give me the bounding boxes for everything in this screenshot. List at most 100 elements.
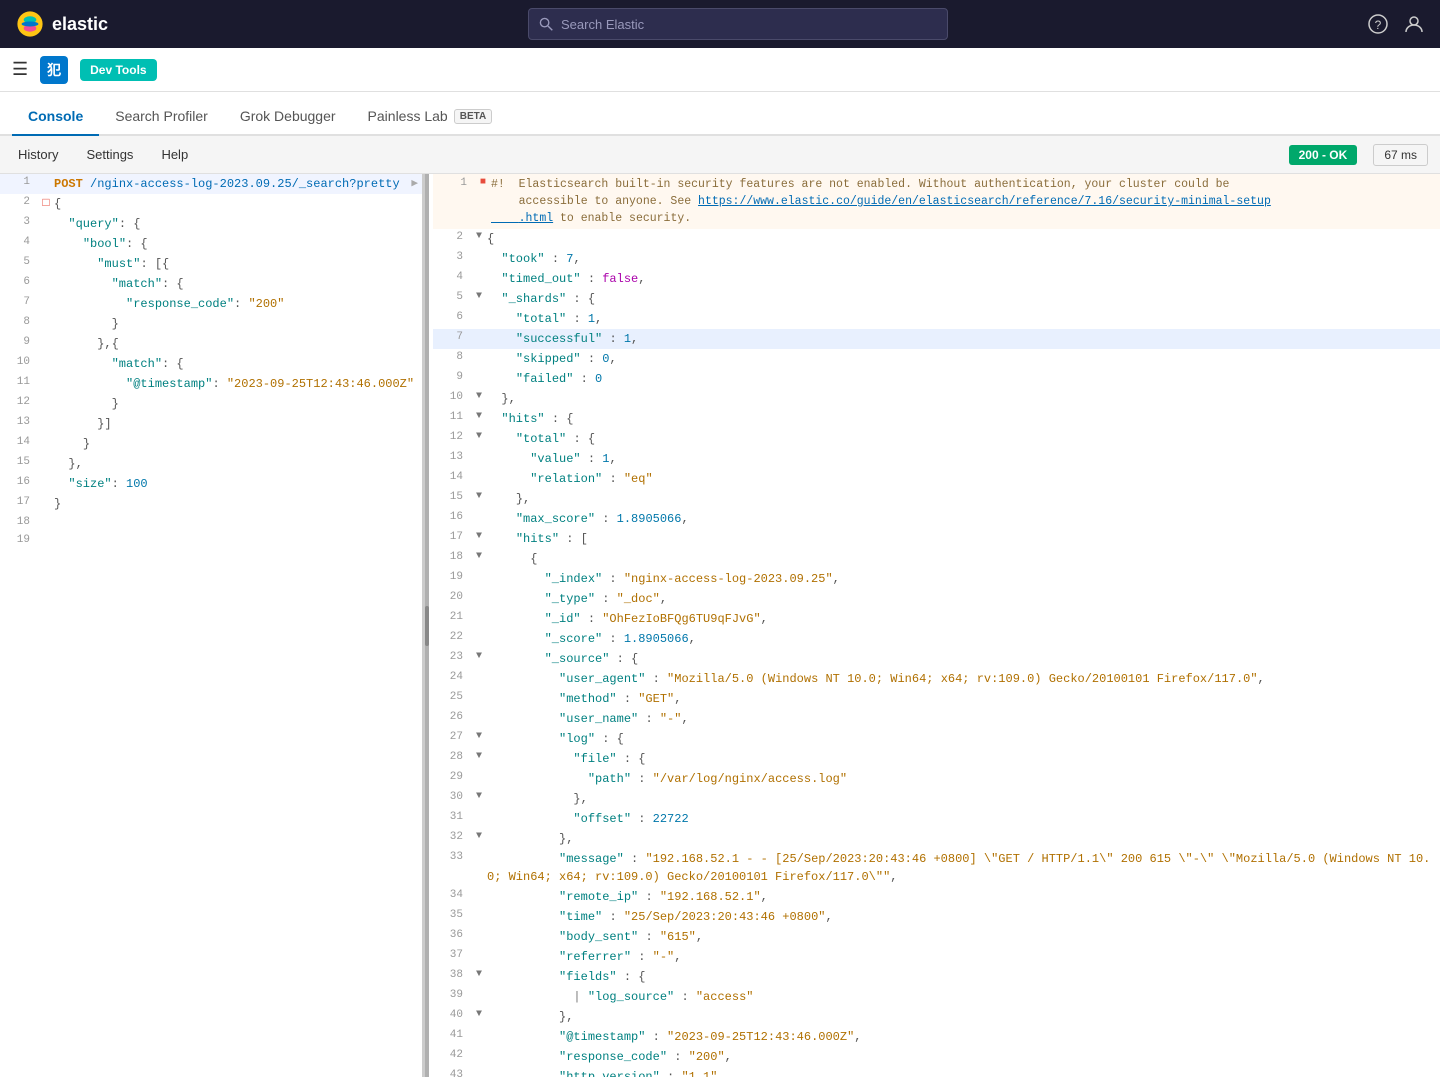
line-number: 9	[0, 335, 38, 348]
line-number: 34	[433, 888, 471, 901]
user-nav-icon[interactable]	[1404, 14, 1424, 34]
collapse-gutter[interactable]: ▼	[471, 968, 487, 980]
collapse-gutter	[38, 315, 54, 316]
line-content: "failed" : 0	[487, 370, 1440, 388]
tab-painless-lab[interactable]: Painless Lab BETA	[352, 98, 509, 136]
line-number: 7	[433, 330, 471, 343]
table-row: 17 }	[0, 494, 422, 514]
line-number: 29	[433, 770, 471, 783]
history-button[interactable]: History	[12, 143, 64, 166]
line-number: 38	[433, 968, 471, 981]
line-content: "user_agent" : "Mozilla/5.0 (Windows NT …	[487, 670, 1440, 688]
line-number: 3	[0, 215, 38, 228]
table-row: 9 "failed" : 0	[433, 369, 1440, 389]
collapse-gutter	[471, 570, 487, 571]
line-content: },	[487, 490, 1440, 508]
line-content: "hits" : [	[487, 530, 1440, 548]
line-content: "hits" : {	[487, 410, 1440, 428]
line-number: 15	[433, 490, 471, 503]
help-button[interactable]: Help	[155, 143, 194, 166]
line-content: "total" : 1,	[487, 310, 1440, 328]
tab-search-profiler[interactable]: Search Profiler	[99, 98, 224, 136]
dev-tools-button[interactable]: Dev Tools	[80, 59, 156, 81]
line-number: 36	[433, 928, 471, 941]
line-content: {	[487, 230, 1440, 248]
collapse-gutter	[471, 250, 487, 251]
table-row: 9 },{	[0, 334, 422, 354]
collapse-gutter[interactable]: ▼	[471, 550, 487, 562]
line-number: 6	[433, 310, 471, 323]
table-row: 40 ▼ },	[433, 1007, 1440, 1027]
collapse-gutter[interactable]: ▼	[471, 730, 487, 742]
table-row: 12 ▼ "total" : {	[433, 429, 1440, 449]
collapse-gutter[interactable]: ▼	[471, 830, 487, 842]
line-content: "path" : "/var/log/nginx/access.log"	[487, 770, 1440, 788]
collapse-gutter[interactable]: ▼	[471, 290, 487, 302]
table-row: 16 "max_score" : 1.8905066,	[433, 509, 1440, 529]
resize-handle[interactable]	[425, 174, 429, 1077]
line-content: "@timestamp" : "2023-09-25T12:43:46.000Z…	[487, 1028, 1440, 1046]
right-code-area[interactable]: 1 ■ #! Elasticsearch built-in security f…	[425, 174, 1440, 1077]
table-row: 13 }]	[0, 414, 422, 434]
collapse-gutter[interactable]: ▼	[471, 1008, 487, 1020]
collapse-gutter[interactable]: ▼	[471, 790, 487, 802]
line-content: "_id" : "OhFezIoBFQg6TU9qFJvG",	[487, 610, 1440, 628]
collapse-gutter[interactable]: ▼	[471, 490, 487, 502]
table-row: 6 "total" : 1,	[433, 309, 1440, 329]
tab-grok-debugger[interactable]: Grok Debugger	[224, 98, 352, 136]
top-nav: elastic Search Elastic ?	[0, 0, 1440, 48]
table-row: 6 "match": {	[0, 274, 422, 294]
collapse-gutter	[38, 533, 54, 534]
line-content: "_index" : "nginx-access-log-2023.09.25"…	[487, 570, 1440, 588]
line-content: POST /nginx-access-log-2023.09.25/_searc…	[54, 175, 408, 193]
line-content: "value" : 1,	[487, 450, 1440, 468]
collapse-gutter[interactable]: ▼	[471, 390, 487, 402]
collapse-gutter	[38, 255, 54, 256]
line-number: 43	[433, 1068, 471, 1077]
line-content: }	[54, 395, 422, 413]
collapse-gutter	[38, 435, 54, 436]
table-row: 26 "user_name" : "-",	[433, 709, 1440, 729]
line-content: },	[487, 390, 1440, 408]
collapse-gutter[interactable]: ▼	[471, 430, 487, 442]
line-number: 4	[0, 235, 38, 248]
collapse-gutter[interactable]: ▼	[471, 230, 487, 242]
line-content: }]	[54, 415, 422, 433]
line-content: "time" : "25/Sep/2023:20:43:46 +0800",	[487, 908, 1440, 926]
table-row: 11 "@timestamp": "2023-09-25T12:43:46.00…	[0, 374, 422, 394]
line-number: 3	[433, 250, 471, 263]
help-nav-icon[interactable]: ?	[1368, 14, 1388, 34]
collapse-gutter	[38, 295, 54, 296]
line-number: 26	[433, 710, 471, 723]
elastic-logo[interactable]: elastic	[16, 10, 108, 38]
left-panel: 1 POST /nginx-access-log-2023.09.25/_sea…	[0, 174, 425, 1077]
menu-toggle[interactable]: ☰	[12, 59, 28, 80]
svg-text:?: ?	[1375, 18, 1382, 32]
collapse-gutter[interactable]: ▼	[471, 530, 487, 542]
line-number: 20	[433, 590, 471, 603]
line-content: "must": [{	[54, 255, 422, 273]
table-row: 38 ▼ "fields" : {	[433, 967, 1440, 987]
collapse-gutter[interactable]: ▼	[471, 750, 487, 762]
settings-button[interactable]: Settings	[80, 143, 139, 166]
collapse-gutter[interactable]: □	[38, 195, 54, 210]
line-content: "took" : 7,	[487, 250, 1440, 268]
tab-console[interactable]: Console	[12, 98, 99, 136]
collapse-gutter	[38, 395, 54, 396]
elastic-logo-icon	[16, 10, 44, 38]
line-number: 39	[433, 988, 471, 1001]
table-row: 29 "path" : "/var/log/nginx/access.log"	[433, 769, 1440, 789]
collapse-gutter	[471, 330, 487, 331]
collapse-gutter	[471, 928, 487, 929]
run-icon[interactable]: ▶	[408, 176, 422, 190]
table-row: 1 POST /nginx-access-log-2023.09.25/_sea…	[0, 174, 422, 194]
search-bar[interactable]: Search Elastic	[528, 8, 948, 40]
collapse-gutter[interactable]: ▼	[471, 410, 487, 422]
line-content: "match": {	[54, 275, 422, 293]
line-number: 33	[433, 850, 471, 863]
collapse-gutter	[471, 1048, 487, 1049]
collapse-gutter	[38, 415, 54, 416]
left-code-area[interactable]: 1 POST /nginx-access-log-2023.09.25/_sea…	[0, 174, 422, 1077]
table-row: 5 "must": [{	[0, 254, 422, 274]
collapse-gutter[interactable]: ▼	[471, 650, 487, 662]
